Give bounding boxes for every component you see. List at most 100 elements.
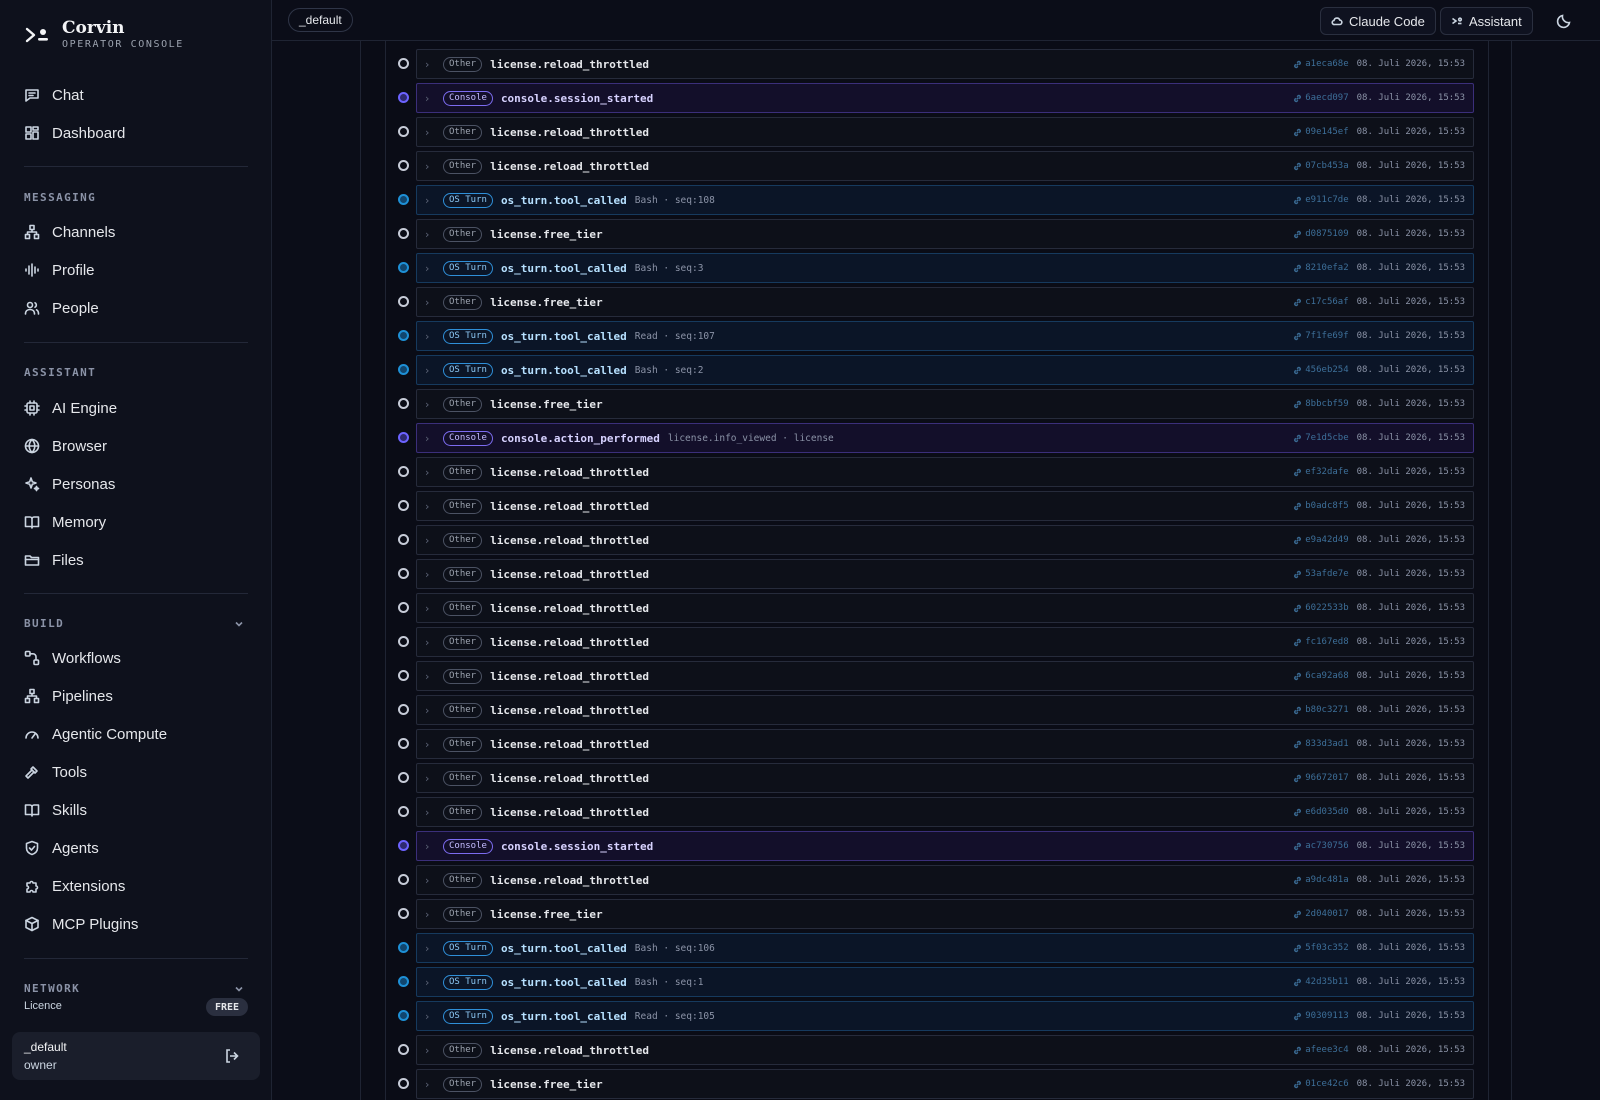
link-icon[interactable]	[1293, 1012, 1302, 1021]
logout-icon[interactable]	[224, 1048, 240, 1064]
event-card[interactable]: › Console console.session_started 6aecd097 0…	[416, 83, 1474, 113]
brand[interactable]: Corvin OPERATOR CONSOLE	[24, 18, 184, 52]
link-icon[interactable]	[1293, 604, 1302, 613]
nav-item-personas[interactable]: Personas	[24, 472, 115, 496]
event-row[interactable]: › Console console.session_started ac730756 0…	[386, 827, 1490, 861]
nav-item-mcp-plugins[interactable]: MCP Plugins	[24, 912, 138, 936]
event-hash[interactable]: 42d35b11	[1305, 977, 1348, 987]
chevron-right-icon[interactable]: ›	[425, 126, 441, 139]
event-hash[interactable]: b80c3271	[1305, 705, 1348, 715]
link-icon[interactable]	[1293, 740, 1302, 749]
event-hash[interactable]: 833d3ad1	[1305, 739, 1348, 749]
chevron-right-icon[interactable]: ›	[425, 296, 441, 309]
nav-item-extensions[interactable]: Extensions	[24, 874, 125, 898]
chevron-right-icon[interactable]: ›	[425, 670, 441, 683]
event-row[interactable]: › OS Turn os_turn.tool_called Bash · seq:10…	[386, 181, 1490, 215]
nav-item-channels[interactable]: Channels	[24, 220, 115, 244]
nav-item-chat[interactable]: Chat	[24, 83, 84, 107]
event-card[interactable]: › Other license.reload_throttled 09e145ef 08…	[416, 117, 1474, 147]
event-row[interactable]: › Other license.free_tier d0875109 08. Juli …	[386, 215, 1490, 249]
event-hash[interactable]: 6ca92a68	[1305, 671, 1348, 681]
link-icon[interactable]	[1293, 332, 1302, 341]
chevron-right-icon[interactable]: ›	[425, 704, 441, 717]
nav-item-people[interactable]: People	[24, 296, 99, 320]
event-hash[interactable]: b0adc8f5	[1305, 501, 1348, 511]
section-label-build[interactable]: BUILD	[24, 617, 64, 630]
event-hash[interactable]: d0875109	[1305, 229, 1348, 239]
link-icon[interactable]	[1293, 774, 1302, 783]
link-icon[interactable]	[1293, 1046, 1302, 1055]
event-row[interactable]: › Other license.reload_throttled b0adc8f5 08…	[386, 487, 1490, 521]
chevron-right-icon[interactable]: ›	[425, 500, 441, 513]
event-card[interactable]: › Other license.reload_throttled 07cb453a 08…	[416, 151, 1474, 181]
chevron-right-icon[interactable]: ›	[425, 432, 441, 445]
chevron-right-icon[interactable]: ›	[425, 738, 441, 751]
chevron-right-icon[interactable]: ›	[425, 1044, 441, 1057]
link-icon[interactable]	[1293, 366, 1302, 375]
chevron-right-icon[interactable]: ›	[425, 908, 441, 921]
event-card[interactable]: › Other license.reload_throttled ef32dafe 08…	[416, 457, 1474, 487]
event-row[interactable]: › Other license.reload_throttled ef32dafe 08…	[386, 453, 1490, 487]
nav-item-browser[interactable]: Browser	[24, 434, 107, 458]
link-icon[interactable]	[1293, 672, 1302, 681]
link-icon[interactable]	[1293, 400, 1302, 409]
link-icon[interactable]	[1293, 434, 1302, 443]
event-card[interactable]: › Other license.free_tier d0875109 08. Juli …	[416, 219, 1474, 249]
chevron-down-icon[interactable]	[234, 984, 244, 994]
event-row[interactable]: › Other license.free_tier c17c56af 08. Juli …	[386, 283, 1490, 317]
event-hash[interactable]: 8bbcbf59	[1305, 399, 1348, 409]
event-row[interactable]: › Other license.reload_throttled a9dc481a 08…	[386, 861, 1490, 895]
chevron-right-icon[interactable]: ›	[425, 194, 441, 207]
event-row[interactable]: › Other license.reload_throttled 96672017 08…	[386, 759, 1490, 793]
event-hash[interactable]: 53afde7e	[1305, 569, 1348, 579]
chevron-right-icon[interactable]: ›	[425, 262, 441, 275]
nav-item-memory[interactable]: Memory	[24, 510, 106, 534]
event-hash[interactable]: 09e145ef	[1305, 127, 1348, 137]
event-row[interactable]: › Console console.action_performed license.…	[386, 419, 1490, 453]
chevron-right-icon[interactable]: ›	[425, 976, 441, 989]
link-icon[interactable]	[1293, 128, 1302, 137]
event-card[interactable]: › OS Turn os_turn.tool_called Bash · seq:3 8…	[416, 253, 1474, 283]
event-hash[interactable]: 8210efa2	[1305, 263, 1348, 273]
chevron-right-icon[interactable]: ›	[425, 602, 441, 615]
event-row[interactable]: › Other license.reload_throttled e9a42d49 08…	[386, 521, 1490, 555]
event-card[interactable]: › Other license.reload_throttled 96672017 08…	[416, 763, 1474, 793]
link-icon[interactable]	[1293, 298, 1302, 307]
nav-item-workflows[interactable]: Workflows	[24, 646, 121, 670]
event-row[interactable]: › OS Turn os_turn.tool_called Bash · seq:3 8…	[386, 249, 1490, 283]
event-card[interactable]: › Other license.reload_throttled 833d3ad1 08…	[416, 729, 1474, 759]
event-hash[interactable]: 456eb254	[1305, 365, 1348, 375]
event-row[interactable]: › OS Turn os_turn.tool_called Read · seq:10…	[386, 997, 1490, 1031]
event-hash[interactable]: a1eca68e	[1305, 59, 1348, 69]
event-card[interactable]: › Other license.free_tier 01ce42c6 08. Juli …	[416, 1069, 1474, 1099]
event-row[interactable]: › OS Turn os_turn.tool_called Bash · seq:1 4…	[386, 963, 1490, 997]
link-icon[interactable]	[1293, 94, 1302, 103]
chevron-right-icon[interactable]: ›	[425, 874, 441, 887]
link-icon[interactable]	[1293, 876, 1302, 885]
event-log-area[interactable]: › Other license.reload_throttled a1eca68e 08…	[272, 41, 1600, 1100]
link-icon[interactable]	[1293, 978, 1302, 987]
event-card[interactable]: › Other license.free_tier 2d040017 08. Juli …	[416, 899, 1474, 929]
chevron-down-icon[interactable]	[234, 619, 244, 629]
chevron-right-icon[interactable]: ›	[425, 160, 441, 173]
event-card[interactable]: › Console console.action_performed license.…	[416, 423, 1474, 453]
event-hash[interactable]: a9dc481a	[1305, 875, 1348, 885]
link-icon[interactable]	[1293, 468, 1302, 477]
event-card[interactable]: › Other license.reload_throttled b80c3271 08…	[416, 695, 1474, 725]
link-icon[interactable]	[1293, 1080, 1302, 1089]
nav-item-ai-engine[interactable]: AI Engine	[24, 396, 117, 420]
event-card[interactable]: › OS Turn os_turn.tool_called Bash · seq:10…	[416, 933, 1474, 963]
event-hash[interactable]: e911c7de	[1305, 195, 1348, 205]
event-card[interactable]: › OS Turn os_turn.tool_called Read · seq:10…	[416, 321, 1474, 351]
event-hash[interactable]: 7f1fe69f	[1305, 331, 1348, 341]
event-hash[interactable]: 6022533b	[1305, 603, 1348, 613]
event-hash[interactable]: ac730756	[1305, 841, 1348, 851]
event-hash[interactable]: 6aecd097	[1305, 93, 1348, 103]
event-card[interactable]: › Other license.free_tier c17c56af 08. Juli …	[416, 287, 1474, 317]
assistant-button[interactable]: Assistant	[1440, 7, 1533, 35]
event-row[interactable]: › Other license.free_tier 2d040017 08. Juli …	[386, 895, 1490, 929]
event-card[interactable]: › Other license.free_tier 8bbcbf59 08. Juli …	[416, 389, 1474, 419]
chevron-right-icon[interactable]: ›	[425, 398, 441, 411]
event-row[interactable]: › Other license.reload_throttled a1eca68e 08…	[386, 45, 1490, 79]
event-row[interactable]: › Other license.reload_throttled e6d035d0 08…	[386, 793, 1490, 827]
